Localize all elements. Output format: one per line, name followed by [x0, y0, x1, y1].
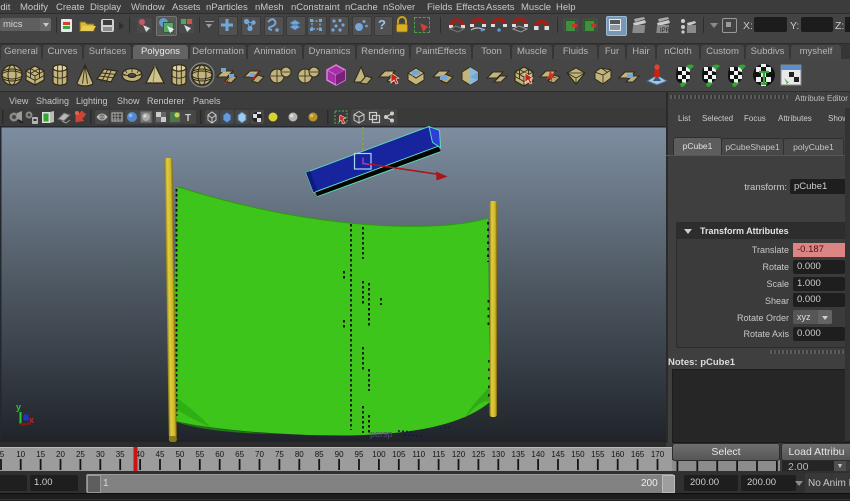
svg-text:115: 115 [432, 450, 445, 459]
svg-text:10: 10 [16, 450, 25, 459]
svg-text:165: 165 [631, 450, 645, 459]
svg-text:65: 65 [235, 450, 244, 459]
svg-text:130: 130 [492, 450, 506, 459]
svg-text:55: 55 [195, 450, 204, 459]
svg-text:25: 25 [76, 450, 85, 459]
svg-text:30: 30 [96, 450, 105, 459]
svg-text:15: 15 [36, 450, 45, 459]
svg-text:20: 20 [56, 450, 65, 459]
svg-text:5: 5 [0, 450, 5, 459]
svg-text:35: 35 [116, 450, 125, 459]
svg-text:60: 60 [215, 450, 224, 459]
svg-text:IPR: IPR [660, 28, 671, 34]
svg-text:80: 80 [295, 450, 304, 459]
svg-text:120: 120 [452, 450, 466, 459]
svg-text:155: 155 [591, 450, 605, 459]
svg-text:170: 170 [651, 450, 665, 459]
svg-text:y: y [16, 402, 21, 412]
svg-text:75: 75 [275, 450, 284, 459]
svg-text:105: 105 [392, 450, 406, 459]
svg-text:persp: persp [370, 429, 393, 439]
svg-text:100: 100 [372, 450, 386, 459]
svg-text:140: 140 [531, 450, 545, 459]
svg-text:125: 125 [472, 450, 486, 459]
svg-text:95: 95 [355, 450, 364, 459]
svg-text:160: 160 [611, 450, 625, 459]
svg-text:110: 110 [412, 450, 425, 459]
svg-text:45: 45 [156, 450, 165, 459]
svg-text:70: 70 [255, 450, 264, 459]
svg-text:145: 145 [551, 450, 565, 459]
svg-text:135: 135 [512, 450, 526, 459]
svg-text:150: 150 [571, 450, 585, 459]
svg-text:50: 50 [175, 450, 184, 459]
svg-text:T: T [185, 113, 191, 124]
svg-text:90: 90 [335, 450, 344, 459]
svg-text:85: 85 [315, 450, 324, 459]
